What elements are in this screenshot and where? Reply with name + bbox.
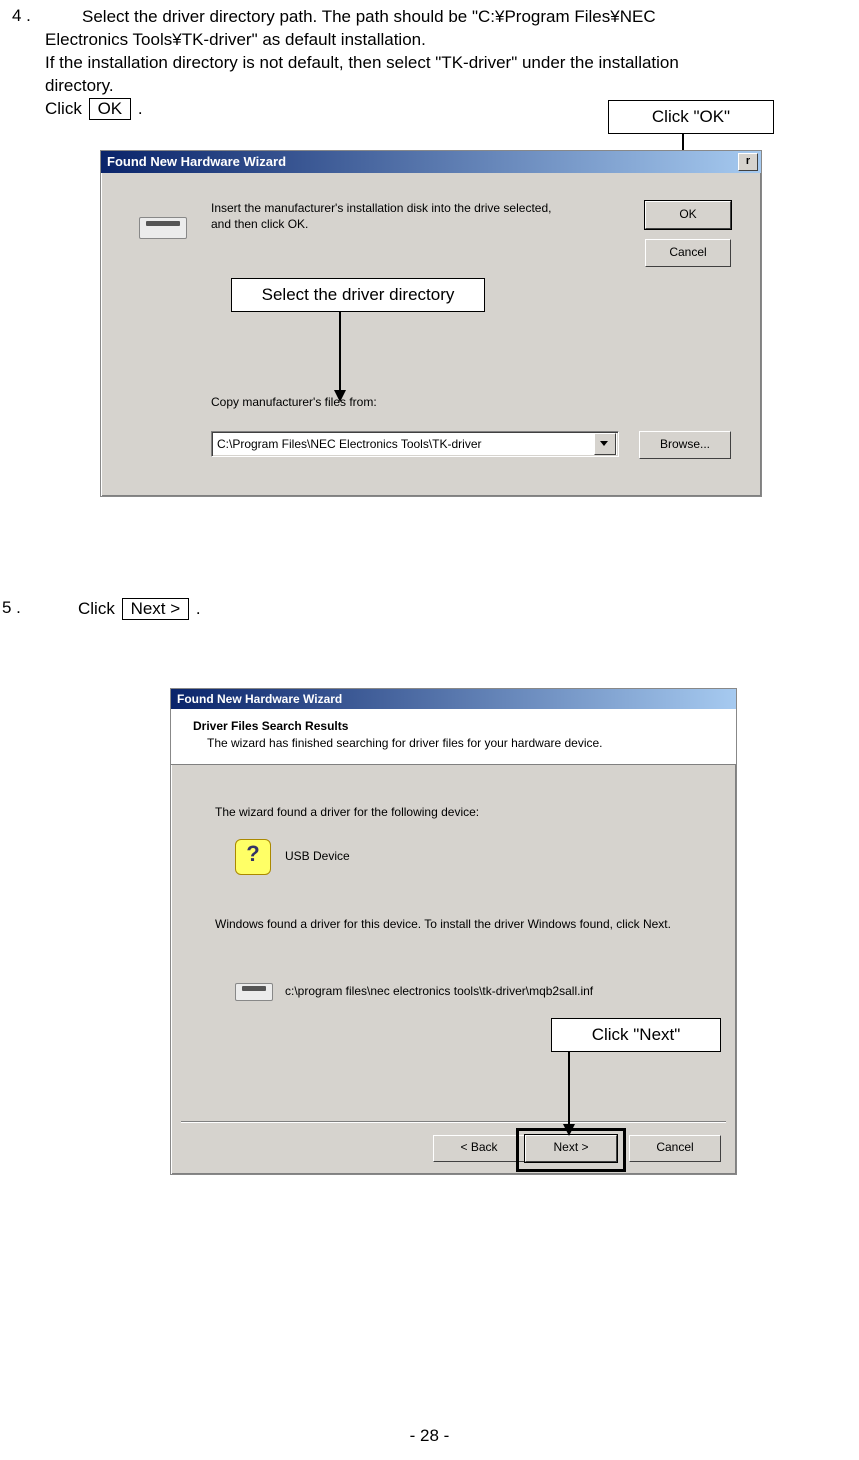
dialog2-install-line: Windows found a driver for this device. … <box>215 917 705 931</box>
cancel-button-2[interactable]: Cancel <box>629 1135 721 1162</box>
step4-number: 4 . <box>12 6 52 26</box>
cancel-button[interactable]: Cancel <box>645 239 731 267</box>
disk-icon <box>139 217 187 239</box>
click-suffix-5: . <box>191 599 200 618</box>
step4-line4: directory. <box>45 75 855 98</box>
device-question-icon: ? <box>235 839 271 875</box>
click-prefix: Click <box>45 99 87 118</box>
dialog1-instruction: Insert the manufacturer's installation d… <box>211 201 571 232</box>
ok-button[interactable]: OK <box>645 201 731 229</box>
arrow-next-line <box>568 1051 570 1125</box>
back-button[interactable]: < Back <box>433 1135 525 1162</box>
click-prefix-5: Click <box>78 599 120 618</box>
separator <box>181 1121 726 1122</box>
dialog1-body: Insert the manufacturer's installation d… <box>101 173 761 496</box>
dialog-install-from-disk: Found New Hardware Wizard r Insert the m… <box>100 150 762 497</box>
step4-line1: Select the driver directory path. The pa… <box>82 6 852 29</box>
arrow-dir-head <box>334 390 346 402</box>
dialog2-header-title: Driver Files Search Results <box>193 719 714 733</box>
copy-from-label: Copy manufacturer's files from: <box>211 395 377 409</box>
close-button[interactable]: r <box>738 153 758 171</box>
dialog-search-results: Found New Hardware Wizard Driver Files S… <box>170 688 737 1175</box>
device-name: USB Device <box>285 849 350 863</box>
callout-click-next: Click "Next" <box>551 1018 721 1052</box>
click-suffix: . <box>133 99 142 118</box>
arrow-next-head <box>563 1124 575 1136</box>
browse-button[interactable]: Browse... <box>639 431 731 459</box>
step5-click-line: Click Next > . <box>78 598 848 621</box>
next-button[interactable]: Next > <box>525 1135 617 1162</box>
dialog2-header-subtitle: The wizard has finished searching for dr… <box>193 736 714 750</box>
step5-number: 5 . <box>2 598 42 618</box>
driver-path: c:\program files\nec electronics tools\t… <box>285 984 593 998</box>
dialog2-header: Driver Files Search Results The wizard h… <box>171 709 736 765</box>
arrow-dir-line <box>339 311 341 391</box>
inline-ok-button: OK <box>89 98 132 120</box>
dialog1-titlebar: Found New Hardware Wizard r <box>101 151 761 173</box>
floppy-icon <box>235 983 273 1001</box>
dialog2-body: Driver Files Search Results The wizard h… <box>171 709 736 1174</box>
path-combobox[interactable]: C:\Program Files\NEC Electronics Tools\T… <box>211 431 619 457</box>
step4-line2: Electronics Tools¥TK-driver" as default … <box>45 29 855 52</box>
dialog2-titlebar: Found New Hardware Wizard <box>171 689 736 709</box>
inline-next-button: Next > <box>122 598 190 620</box>
dialog2-found-line: The wizard found a driver for the follow… <box>215 805 479 819</box>
callout-click-ok: Click "OK" <box>608 100 774 134</box>
step4-line3: If the installation directory is not def… <box>45 52 855 75</box>
page: 4 . Select the driver directory path. Th… <box>0 0 859 1460</box>
dialog2-title: Found New Hardware Wizard <box>177 692 342 706</box>
callout-select-dir: Select the driver directory <box>231 278 485 312</box>
dropdown-button[interactable] <box>594 433 616 455</box>
path-value: C:\Program Files\NEC Electronics Tools\T… <box>212 437 594 451</box>
page-number: - 28 - <box>0 1426 859 1446</box>
dialog1-title: Found New Hardware Wizard <box>107 151 286 173</box>
